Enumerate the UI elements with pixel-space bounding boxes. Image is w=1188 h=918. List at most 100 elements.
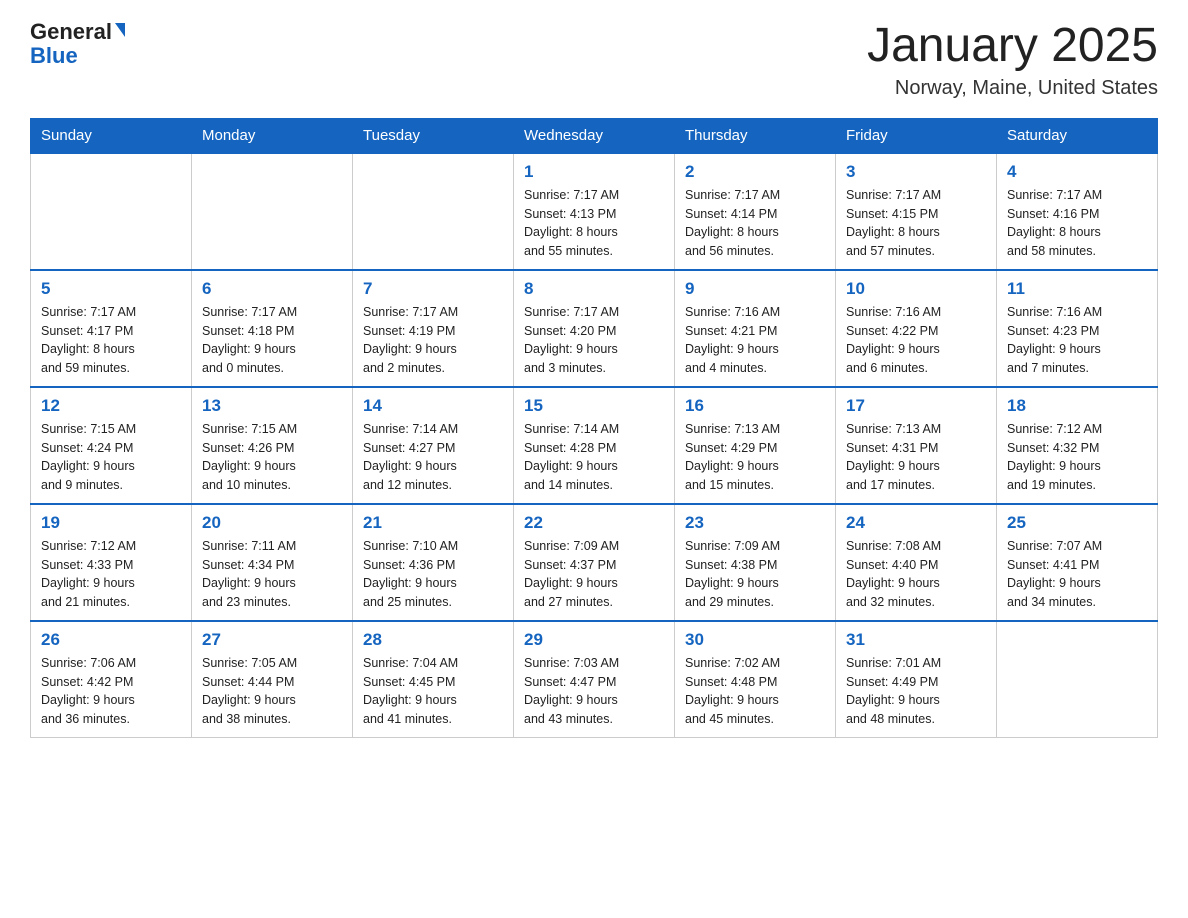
day-info: Sunrise: 7:09 AM Sunset: 4:38 PM Dayligh… — [685, 537, 825, 612]
day-number: 21 — [363, 513, 503, 533]
day-number: 2 — [685, 162, 825, 182]
day-info: Sunrise: 7:16 AM Sunset: 4:23 PM Dayligh… — [1007, 303, 1147, 378]
day-number: 5 — [41, 279, 181, 299]
day-number: 29 — [524, 630, 664, 650]
day-info: Sunrise: 7:16 AM Sunset: 4:22 PM Dayligh… — [846, 303, 986, 378]
calendar-cell: 12 Sunrise: 7:15 AM Sunset: 4:24 PM Dayli… — [31, 387, 192, 504]
day-number: 31 — [846, 630, 986, 650]
day-info: Sunrise: 7:13 AM Sunset: 4:29 PM Dayligh… — [685, 420, 825, 495]
calendar-cell: 18Sunrise: 7:12 AM Sunset: 4:32 PM Dayli… — [997, 387, 1158, 504]
day-number: 16 — [685, 396, 825, 416]
day-info: Sunrise: 7:17 AM Sunset: 4:17 PM Dayligh… — [41, 303, 181, 378]
calendar-cell: 28 Sunrise: 7:04 AM Sunset: 4:45 PM Dayli… — [353, 621, 514, 738]
day-info: Sunrise: 7:11 AM Sunset: 4:34 PM Dayligh… — [202, 537, 342, 612]
logo-triangle-icon — [115, 23, 125, 37]
calendar-cell: 7 Sunrise: 7:17 AM Sunset: 4:19 PM Daylig… — [353, 270, 514, 387]
day-info: Sunrise: 7:05 AM Sunset: 4:44 PM Dayligh… — [202, 654, 342, 729]
calendar-cell: 29 Sunrise: 7:03 AM Sunset: 4:47 PM Dayli… — [514, 621, 675, 738]
title-area: January 2025 Norway, Maine, United State… — [867, 20, 1158, 100]
day-number: 8 — [524, 279, 664, 299]
col-thursday: Thursday — [675, 118, 836, 153]
col-saturday: Saturday — [997, 118, 1158, 153]
calendar-cell: 3 Sunrise: 7:17 AM Sunset: 4:15 PM Daylig… — [836, 153, 997, 270]
calendar-cell: 19 Sunrise: 7:12 AM Sunset: 4:33 PM Dayli… — [31, 504, 192, 621]
day-number: 1 — [524, 162, 664, 182]
day-number: 3 — [846, 162, 986, 182]
location-subtitle: Norway, Maine, United States — [867, 77, 1158, 100]
col-tuesday: Tuesday — [353, 118, 514, 153]
day-number: 25 — [1007, 513, 1147, 533]
col-monday: Monday — [192, 118, 353, 153]
calendar-cell: 2 Sunrise: 7:17 AM Sunset: 4:14 PM Daylig… — [675, 153, 836, 270]
day-info: Sunrise: 7:17 AM Sunset: 4:19 PM Dayligh… — [363, 303, 503, 378]
day-info: Sunrise: 7:14 AM Sunset: 4:27 PM Dayligh… — [363, 420, 503, 495]
calendar-cell: 11 Sunrise: 7:16 AM Sunset: 4:23 PM Dayli… — [997, 270, 1158, 387]
day-number: 17 — [846, 396, 986, 416]
day-info: Sunrise: 7:03 AM Sunset: 4:47 PM Dayligh… — [524, 654, 664, 729]
day-info: Sunrise: 7:06 AM Sunset: 4:42 PM Dayligh… — [41, 654, 181, 729]
calendar-header: Sunday Monday Tuesday Wednesday Thursday… — [31, 118, 1158, 153]
day-info: Sunrise: 7:01 AM Sunset: 4:49 PM Dayligh… — [846, 654, 986, 729]
day-number: 14 — [363, 396, 503, 416]
day-number: 4 — [1007, 162, 1147, 182]
day-number: 7 — [363, 279, 503, 299]
calendar-cell: 13Sunrise: 7:15 AM Sunset: 4:26 PM Dayli… — [192, 387, 353, 504]
calendar-cell — [353, 153, 514, 270]
calendar-cell: 25 Sunrise: 7:07 AM Sunset: 4:41 PM Dayli… — [997, 504, 1158, 621]
calendar-cell: 1 Sunrise: 7:17 AM Sunset: 4:13 PM Daylig… — [514, 153, 675, 270]
day-info: Sunrise: 7:17 AM Sunset: 4:16 PM Dayligh… — [1007, 186, 1147, 261]
day-info: Sunrise: 7:17 AM Sunset: 4:18 PM Dayligh… — [202, 303, 342, 378]
calendar-cell: 5 Sunrise: 7:17 AM Sunset: 4:17 PM Daylig… — [31, 270, 192, 387]
calendar-cell: 23Sunrise: 7:09 AM Sunset: 4:38 PM Dayli… — [675, 504, 836, 621]
calendar-cell: 26 Sunrise: 7:06 AM Sunset: 4:42 PM Dayli… — [31, 621, 192, 738]
day-number: 13 — [202, 396, 342, 416]
calendar-cell: 10 Sunrise: 7:16 AM Sunset: 4:22 PM Dayli… — [836, 270, 997, 387]
day-info: Sunrise: 7:04 AM Sunset: 4:45 PM Dayligh… — [363, 654, 503, 729]
month-title: January 2025 — [867, 20, 1158, 73]
calendar-cell: 9Sunrise: 7:16 AM Sunset: 4:21 PM Daylig… — [675, 270, 836, 387]
day-info: Sunrise: 7:14 AM Sunset: 4:28 PM Dayligh… — [524, 420, 664, 495]
logo: General Blue — [30, 20, 125, 68]
day-info: Sunrise: 7:13 AM Sunset: 4:31 PM Dayligh… — [846, 420, 986, 495]
day-info: Sunrise: 7:12 AM Sunset: 4:32 PM Dayligh… — [1007, 420, 1147, 495]
day-info: Sunrise: 7:02 AM Sunset: 4:48 PM Dayligh… — [685, 654, 825, 729]
day-number: 26 — [41, 630, 181, 650]
day-number: 12 — [41, 396, 181, 416]
page-header: General Blue January 2025 Norway, Maine,… — [30, 20, 1158, 100]
header-row: Sunday Monday Tuesday Wednesday Thursday… — [31, 118, 1158, 153]
calendar-week-row: 5 Sunrise: 7:17 AM Sunset: 4:17 PM Daylig… — [31, 270, 1158, 387]
day-number: 15 — [524, 396, 664, 416]
calendar-cell: 16 Sunrise: 7:13 AM Sunset: 4:29 PM Dayli… — [675, 387, 836, 504]
col-wednesday: Wednesday — [514, 118, 675, 153]
calendar-cell: 6Sunrise: 7:17 AM Sunset: 4:18 PM Daylig… — [192, 270, 353, 387]
calendar-cell: 21 Sunrise: 7:10 AM Sunset: 4:36 PM Dayli… — [353, 504, 514, 621]
day-info: Sunrise: 7:09 AM Sunset: 4:37 PM Dayligh… — [524, 537, 664, 612]
day-info: Sunrise: 7:17 AM Sunset: 4:14 PM Dayligh… — [685, 186, 825, 261]
calendar-week-row: 1 Sunrise: 7:17 AM Sunset: 4:13 PM Daylig… — [31, 153, 1158, 270]
day-number: 11 — [1007, 279, 1147, 299]
day-number: 28 — [363, 630, 503, 650]
logo-blue-text: Blue — [30, 44, 78, 68]
day-number: 24 — [846, 513, 986, 533]
day-info: Sunrise: 7:07 AM Sunset: 4:41 PM Dayligh… — [1007, 537, 1147, 612]
calendar-cell: 4 Sunrise: 7:17 AM Sunset: 4:16 PM Daylig… — [997, 153, 1158, 270]
calendar-cell: 31 Sunrise: 7:01 AM Sunset: 4:49 PM Dayli… — [836, 621, 997, 738]
day-info: Sunrise: 7:15 AM Sunset: 4:24 PM Dayligh… — [41, 420, 181, 495]
day-number: 19 — [41, 513, 181, 533]
calendar-cell: 30Sunrise: 7:02 AM Sunset: 4:48 PM Dayli… — [675, 621, 836, 738]
calendar-cell: 8Sunrise: 7:17 AM Sunset: 4:20 PM Daylig… — [514, 270, 675, 387]
calendar-cell: 14 Sunrise: 7:14 AM Sunset: 4:27 PM Dayli… — [353, 387, 514, 504]
calendar-body: 1 Sunrise: 7:17 AM Sunset: 4:13 PM Daylig… — [31, 153, 1158, 738]
day-number: 9 — [685, 279, 825, 299]
day-number: 27 — [202, 630, 342, 650]
day-info: Sunrise: 7:17 AM Sunset: 4:13 PM Dayligh… — [524, 186, 664, 261]
calendar-cell — [31, 153, 192, 270]
calendar-cell: 15 Sunrise: 7:14 AM Sunset: 4:28 PM Dayli… — [514, 387, 675, 504]
day-number: 10 — [846, 279, 986, 299]
day-info: Sunrise: 7:10 AM Sunset: 4:36 PM Dayligh… — [363, 537, 503, 612]
col-friday: Friday — [836, 118, 997, 153]
day-info: Sunrise: 7:12 AM Sunset: 4:33 PM Dayligh… — [41, 537, 181, 612]
day-number: 22 — [524, 513, 664, 533]
day-info: Sunrise: 7:17 AM Sunset: 4:15 PM Dayligh… — [846, 186, 986, 261]
calendar-cell: 27 Sunrise: 7:05 AM Sunset: 4:44 PM Dayli… — [192, 621, 353, 738]
